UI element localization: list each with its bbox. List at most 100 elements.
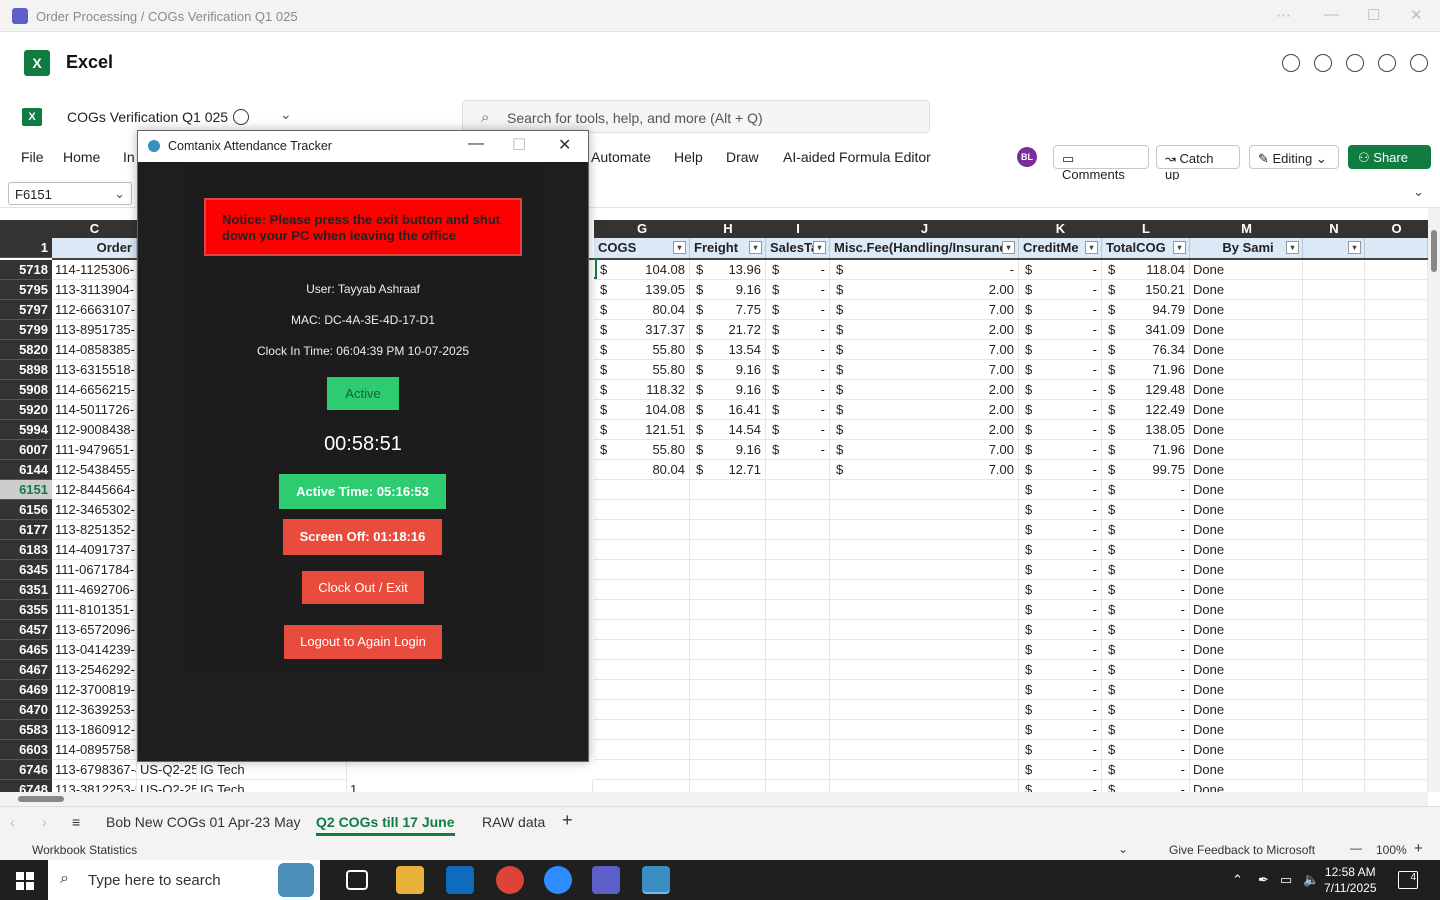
table-cell[interactable]	[1365, 400, 1428, 420]
zoom-out-icon[interactable]: —	[1350, 841, 1362, 855]
table-cell[interactable]	[594, 740, 690, 760]
table-cell[interactable]: $150.21	[1102, 280, 1190, 300]
table-cell[interactable]: $7.00	[830, 460, 1019, 480]
table-cell[interactable]: $ -	[1102, 520, 1190, 540]
table-cell[interactable]: Done	[1190, 380, 1303, 400]
table-cell[interactable]	[594, 660, 690, 680]
table-cell[interactable]: $ -	[830, 260, 1019, 280]
name-box[interactable]: F6151 ⌄	[8, 182, 132, 205]
table-cell[interactable]	[766, 560, 830, 580]
table-cell[interactable]: $ -	[766, 260, 830, 280]
table-cell[interactable]	[766, 600, 830, 620]
row-header[interactable]: 5718	[0, 260, 52, 280]
table-cell[interactable]	[766, 540, 830, 560]
table-cell[interactable]	[830, 600, 1019, 620]
table-cell[interactable]: 113-8951735-	[52, 320, 137, 340]
next-sheet-icon[interactable]: ›	[42, 814, 47, 830]
header-cell-n[interactable]: ▾	[1303, 238, 1365, 258]
tab-automate[interactable]: Automate	[591, 149, 651, 165]
table-cell[interactable]: Done	[1190, 720, 1303, 740]
row-header[interactable]: 6144	[0, 460, 52, 480]
row-header[interactable]: 5920	[0, 400, 52, 420]
table-cell[interactable]: $80.04	[594, 300, 690, 320]
sheet-list-icon[interactable]: ≡	[72, 814, 80, 830]
refresh-icon[interactable]	[1314, 54, 1332, 72]
column-header-h[interactable]: H	[690, 220, 766, 238]
row-header[interactable]: 6583	[0, 720, 52, 740]
table-cell[interactable]: $ -	[766, 420, 830, 440]
table-cell[interactable]	[830, 620, 1019, 640]
table-cell[interactable]: $ -	[1019, 460, 1102, 480]
logout-button[interactable]: Logout to Again Login	[284, 625, 442, 659]
table-cell[interactable]	[690, 520, 766, 540]
table-cell[interactable]	[1303, 260, 1365, 280]
table-cell[interactable]	[830, 500, 1019, 520]
table-cell[interactable]	[830, 680, 1019, 700]
header-cell-j[interactable]: Misc.Fee(Handling/Insuranc ▾	[830, 238, 1019, 258]
table-cell[interactable]	[766, 740, 830, 760]
table-cell[interactable]	[766, 760, 830, 780]
table-cell[interactable]	[830, 660, 1019, 680]
table-cell[interactable]: 111-0671784-	[52, 560, 137, 580]
table-cell[interactable]: $ -	[1019, 620, 1102, 640]
table-cell[interactable]: $ -	[1102, 740, 1190, 760]
table-cell[interactable]: $ -	[1102, 540, 1190, 560]
table-cell[interactable]	[1365, 780, 1428, 792]
table-cell[interactable]: $ -	[766, 340, 830, 360]
table-cell[interactable]	[830, 780, 1019, 792]
table-cell[interactable]: 112-3465302-	[52, 500, 137, 520]
table-cell[interactable]: $13.96	[690, 260, 766, 280]
table-cell[interactable]	[1365, 320, 1428, 340]
header-cell-l[interactable]: TotalCOG ▾	[1102, 238, 1190, 258]
table-cell[interactable]	[766, 500, 830, 520]
table-cell[interactable]: $71.96	[1102, 360, 1190, 380]
table-cell[interactable]	[766, 640, 830, 660]
table-cell[interactable]	[830, 700, 1019, 720]
table-cell[interactable]: 114-0858385-	[52, 340, 137, 360]
header-cell-o[interactable]	[1365, 238, 1428, 258]
table-cell[interactable]: $ -	[1019, 600, 1102, 620]
table-cell[interactable]	[1303, 500, 1365, 520]
table-cell[interactable]: $ -	[1019, 560, 1102, 580]
table-cell[interactable]: Done	[1190, 520, 1303, 540]
table-cell[interactable]: Done	[1190, 320, 1303, 340]
table-cell[interactable]	[830, 560, 1019, 580]
table-cell[interactable]: $129.48	[1102, 380, 1190, 400]
table-cell[interactable]	[690, 560, 766, 580]
table-cell[interactable]	[766, 700, 830, 720]
filter-dropdown-icon[interactable]: ▾	[1085, 241, 1098, 254]
table-cell[interactable]	[1303, 460, 1365, 480]
table-cell[interactable]: Done	[1190, 360, 1303, 380]
chevron-down-icon[interactable]: ⌄	[280, 106, 292, 123]
table-cell[interactable]: $ -	[1019, 680, 1102, 700]
table-cell[interactable]: $12.71	[690, 460, 766, 480]
table-cell[interactable]: $ -	[1019, 760, 1102, 780]
notifications-icon[interactable]: 4	[1398, 871, 1418, 889]
link-icon[interactable]	[1346, 54, 1364, 72]
table-cell[interactable]	[1365, 340, 1428, 360]
avatar[interactable]: BL	[1017, 147, 1037, 167]
column-header-l[interactable]: L	[1102, 220, 1190, 238]
table-cell[interactable]	[766, 460, 830, 480]
table-cell[interactable]: $ -	[1019, 380, 1102, 400]
zoom-in-icon[interactable]: +	[1414, 840, 1423, 857]
table-cell[interactable]: 113-3113904-	[52, 280, 137, 300]
table-cell[interactable]: Done	[1190, 480, 1303, 500]
table-cell[interactable]: 112-8445664-	[52, 480, 137, 500]
table-cell[interactable]: 114-1125306-	[52, 260, 137, 280]
table-cell[interactable]	[1365, 700, 1428, 720]
table-cell[interactable]: $ -	[1019, 320, 1102, 340]
maximize-icon[interactable]: ☐	[1367, 6, 1380, 24]
zoom-level[interactable]: 100%	[1376, 843, 1407, 857]
table-cell[interactable]	[690, 680, 766, 700]
table-cell[interactable]: $ -	[1019, 720, 1102, 740]
table-cell[interactable]: $ -	[1102, 620, 1190, 640]
table-cell[interactable]: $ -	[1102, 780, 1190, 792]
table-cell[interactable]: $ -	[766, 380, 830, 400]
table-cell[interactable]: $9.16	[690, 380, 766, 400]
table-cell[interactable]: 113-0414239-	[52, 640, 137, 660]
filter-dropdown-icon[interactable]: ▾	[1002, 241, 1015, 254]
table-cell[interactable]	[1303, 300, 1365, 320]
row-header[interactable]: 6470	[0, 700, 52, 720]
table-cell[interactable]: $118.32	[594, 380, 690, 400]
